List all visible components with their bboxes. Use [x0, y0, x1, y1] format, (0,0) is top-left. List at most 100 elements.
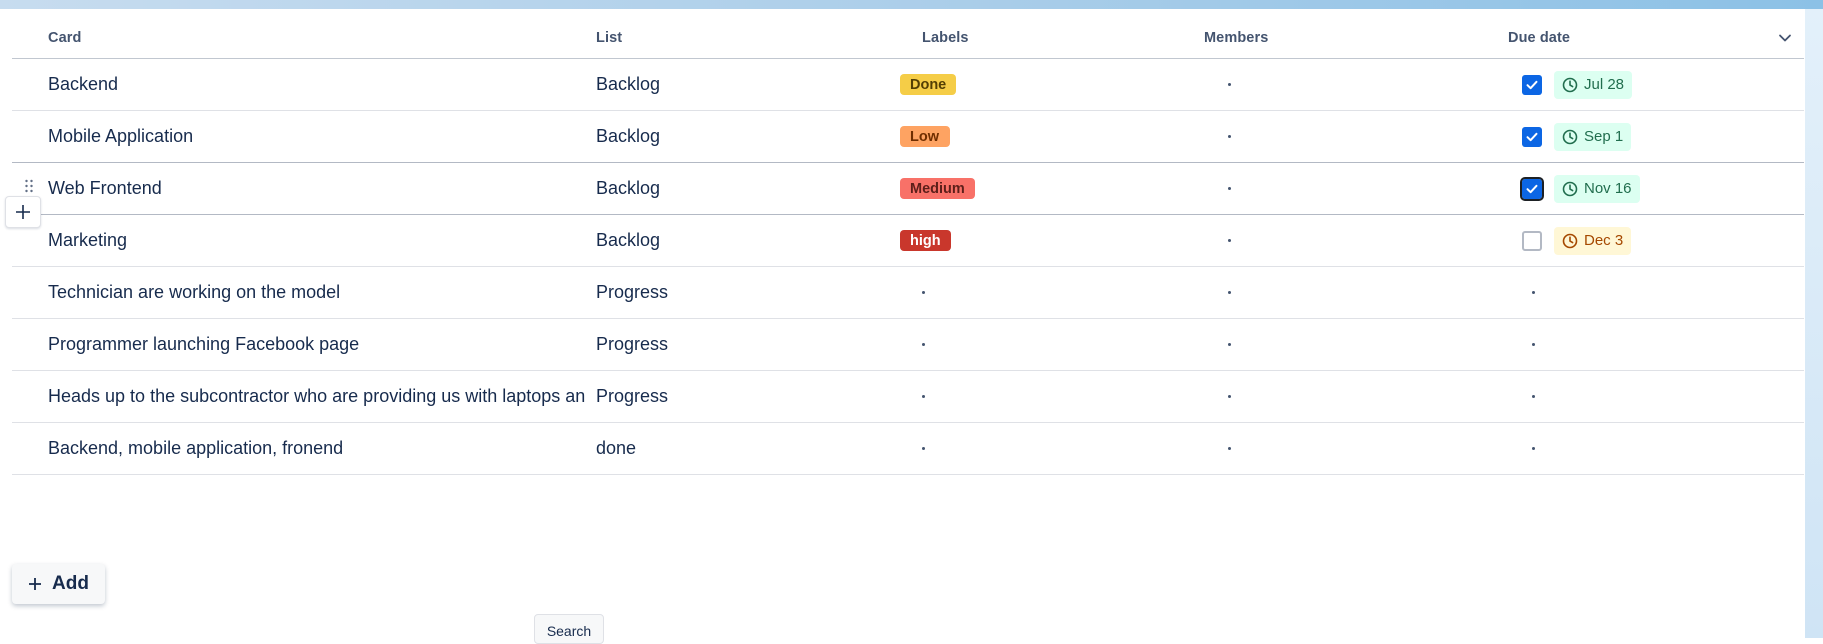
- card-title: Backend: [48, 74, 119, 94]
- cell-labels[interactable]: [900, 267, 1190, 318]
- cell-due-date[interactable]: [1508, 423, 1788, 474]
- table-row[interactable]: Backend Backlog Done Jul 28: [12, 59, 1804, 111]
- column-header-due-date[interactable]: Due date: [1508, 18, 1788, 58]
- clock-icon: [1562, 181, 1578, 196]
- due-date-badge[interactable]: Nov 16: [1554, 174, 1640, 203]
- cell-list[interactable]: Progress: [596, 267, 886, 318]
- table-row[interactable]: Mobile Application Backlog Low Sep 1: [12, 111, 1804, 163]
- cell-members[interactable]: [1204, 371, 1494, 422]
- cell-due-date[interactable]: [1508, 267, 1788, 318]
- cell-due-date[interactable]: [1508, 371, 1788, 422]
- add-button-label: Add: [52, 573, 89, 594]
- cell-labels[interactable]: Low: [900, 111, 1190, 162]
- column-header-card-label: Card: [48, 30, 82, 46]
- cell-list[interactable]: Progress: [596, 371, 886, 422]
- plus-icon: [29, 578, 42, 590]
- table-row[interactable]: Backend, mobile application, fronend done: [12, 423, 1804, 475]
- cell-card[interactable]: Programmer launching Facebook page: [48, 319, 586, 370]
- cell-card[interactable]: Technician are working on the model: [48, 267, 586, 318]
- table-header: Card List Labels Members Due date: [12, 18, 1804, 59]
- cell-list[interactable]: Backlog: [596, 111, 886, 162]
- card-title: Web Frontend: [48, 178, 162, 198]
- list-name: Progress: [596, 282, 669, 302]
- empty-dot: [922, 447, 925, 450]
- table-row[interactable]: Marketing Backlog high Dec 3: [12, 215, 1804, 267]
- card-title: Programmer launching Facebook page: [48, 334, 360, 354]
- empty-dot: [1532, 291, 1535, 294]
- cell-due-date[interactable]: Sep 1: [1508, 111, 1788, 162]
- cell-members[interactable]: [1204, 163, 1494, 214]
- due-date-text: Jul 28: [1584, 76, 1625, 93]
- column-header-members-label: Members: [1204, 30, 1269, 46]
- due-complete-checkbox[interactable]: [1522, 126, 1542, 147]
- table-row[interactable]: Programmer launching Facebook page Progre…: [12, 319, 1804, 371]
- cell-members[interactable]: [1204, 59, 1494, 110]
- cards-table: Card List Labels Members Due date Backen…: [12, 18, 1804, 475]
- cell-card[interactable]: Heads up to the subcontractor who are pr…: [48, 371, 586, 422]
- cell-list[interactable]: Progress: [596, 319, 886, 370]
- cell-due-date[interactable]: [1508, 319, 1788, 370]
- due-date-badge[interactable]: Jul 28: [1554, 70, 1633, 99]
- cell-labels[interactable]: [900, 319, 1190, 370]
- cell-members[interactable]: [1204, 267, 1494, 318]
- cell-card[interactable]: Backend: [48, 59, 586, 110]
- search-button[interactable]: Search: [534, 614, 604, 644]
- table-row[interactable]: Technician are working on the model Progr…: [12, 267, 1804, 319]
- cell-labels[interactable]: high: [900, 215, 1190, 266]
- add-row-button[interactable]: [5, 196, 41, 228]
- cell-members[interactable]: [1204, 215, 1494, 266]
- column-header-list[interactable]: List: [596, 18, 886, 58]
- check-icon: [1526, 132, 1538, 141]
- empty-dot: [1228, 239, 1231, 242]
- card-title: Backend, mobile application, fronend: [48, 438, 344, 458]
- empty-dot: [922, 291, 925, 294]
- cell-list[interactable]: done: [596, 423, 886, 474]
- list-name: Backlog: [596, 74, 661, 94]
- cell-card[interactable]: Marketing: [48, 215, 586, 266]
- cell-due-date[interactable]: Jul 28: [1508, 59, 1788, 110]
- list-name: Backlog: [596, 126, 661, 146]
- due-date-badge[interactable]: Dec 3: [1554, 226, 1632, 255]
- label-badge: Low: [900, 126, 950, 147]
- table-row[interactable]: Web Frontend Backlog Medium Nov 16: [12, 162, 1804, 215]
- empty-dot: [1228, 291, 1231, 294]
- cell-labels[interactable]: Done: [900, 59, 1190, 110]
- cell-members[interactable]: [1204, 319, 1494, 370]
- due-complete-checkbox[interactable]: [1520, 176, 1544, 201]
- column-header-labels[interactable]: Labels: [900, 18, 1190, 58]
- due-complete-checkbox[interactable]: [1522, 230, 1542, 251]
- add-button[interactable]: Add: [12, 564, 105, 604]
- cell-list[interactable]: Backlog: [596, 215, 886, 266]
- cell-labels[interactable]: [900, 423, 1190, 474]
- check-icon: [1526, 80, 1538, 89]
- cell-list[interactable]: Backlog: [596, 59, 886, 110]
- column-header-members[interactable]: Members: [1204, 18, 1494, 58]
- card-title: Marketing: [48, 230, 128, 250]
- due-date-text: Dec 3: [1584, 232, 1624, 249]
- clock-icon: [1562, 129, 1578, 144]
- due-complete-checkbox[interactable]: [1522, 74, 1542, 95]
- list-name: Progress: [596, 386, 669, 406]
- due-date-badge[interactable]: Sep 1: [1554, 122, 1632, 151]
- cell-labels[interactable]: [900, 371, 1190, 422]
- card-title: Technician are working on the model: [48, 282, 341, 302]
- cell-members[interactable]: [1204, 423, 1494, 474]
- cell-due-date[interactable]: Nov 16: [1508, 163, 1788, 214]
- column-header-card[interactable]: Card: [48, 18, 586, 58]
- list-name: Progress: [596, 334, 669, 354]
- list-name: Backlog: [596, 230, 661, 250]
- cell-card[interactable]: Backend, mobile application, fronend: [48, 423, 586, 474]
- cell-list[interactable]: Backlog: [596, 163, 886, 214]
- table-row[interactable]: Heads up to the subcontractor who are pr…: [12, 371, 1804, 423]
- due-date-text: Nov 16: [1584, 180, 1632, 197]
- card-title: Mobile Application: [48, 126, 194, 146]
- cell-due-date[interactable]: Dec 3: [1508, 215, 1788, 266]
- cell-members[interactable]: [1204, 111, 1494, 162]
- search-button-label: Search: [546, 623, 592, 639]
- chevron-down-icon[interactable]: [1776, 29, 1794, 47]
- drag-handle-icon[interactable]: [21, 176, 37, 196]
- cell-labels[interactable]: Medium: [900, 163, 1190, 214]
- cell-card[interactable]: Web Frontend: [48, 163, 586, 214]
- cell-card[interactable]: Mobile Application: [48, 111, 586, 162]
- empty-dot: [922, 395, 925, 398]
